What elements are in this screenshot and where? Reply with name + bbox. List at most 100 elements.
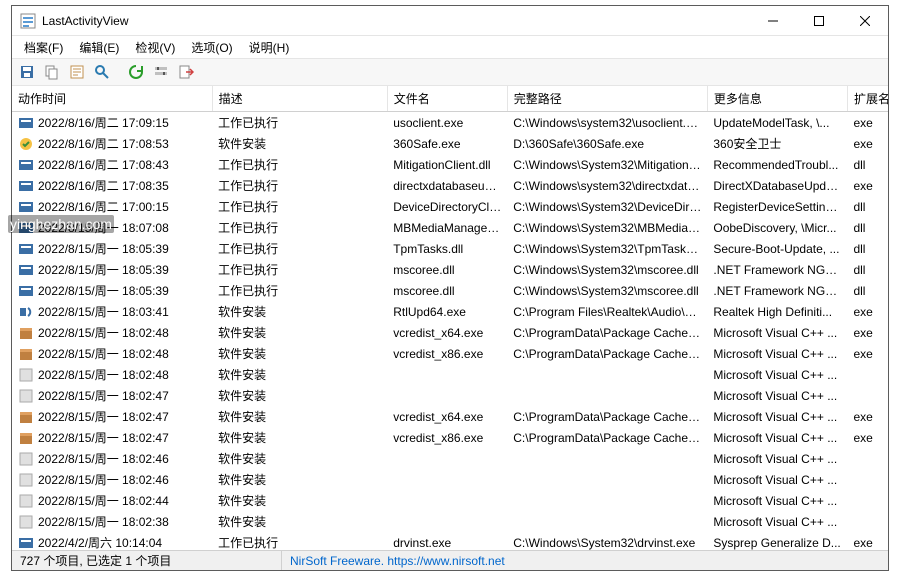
table-row[interactable]: 2022/8/15/周一 18:02:46软件安装Microsoft Visua… xyxy=(12,448,888,469)
refresh-button[interactable] xyxy=(125,61,147,83)
cell-time-text: 2022/8/15/周一 18:02:47 xyxy=(38,387,169,404)
status-freeware-link[interactable]: NirSoft Freeware. https://www.nirsoft.ne… xyxy=(282,554,513,568)
cell-description: 工作已执行 xyxy=(212,112,387,134)
col-filename[interactable]: 文件名 xyxy=(387,86,507,112)
menu-edit[interactable]: 编辑(E) xyxy=(71,37,127,58)
cell-full-path xyxy=(507,469,707,490)
cell-extension: exe xyxy=(847,406,888,427)
copy-button[interactable] xyxy=(41,61,63,83)
cell-action-time: 2022/8/16/周二 17:08:43 xyxy=(12,154,212,175)
cell-more-info: Microsoft Visual C++ ... xyxy=(707,343,847,364)
table-row[interactable]: 2022/8/15/周一 18:02:48软件安装vcredist_x86.ex… xyxy=(12,343,888,364)
cell-description: 软件安装 xyxy=(212,385,387,406)
cell-filename: vcredist_x86.exe xyxy=(387,343,507,364)
row-icon xyxy=(18,535,34,551)
menu-file[interactable]: 档案(F) xyxy=(16,37,71,58)
listview[interactable]: 动作时间 描述 文件名 完整路径 更多信息 扩展名 2022/8/16/周二 1… xyxy=(12,86,888,550)
cell-time-text: 2022/8/15/周一 18:05:39 xyxy=(38,261,169,278)
cell-extension: exe xyxy=(847,175,888,196)
table-row[interactable]: 2022/8/15/周一 18:02:44软件安装Microsoft Visua… xyxy=(12,490,888,511)
menu-view[interactable]: 检视(V) xyxy=(127,37,183,58)
cell-filename xyxy=(387,448,507,469)
table-row[interactable]: 2022/8/15/周一 18:02:46软件安装Microsoft Visua… xyxy=(12,469,888,490)
col-action-time[interactable]: 动作时间 xyxy=(12,86,212,112)
save-icon xyxy=(19,64,35,80)
exit-button[interactable] xyxy=(175,61,197,83)
properties-button[interactable] xyxy=(66,61,88,83)
cell-extension: dll xyxy=(847,238,888,259)
table-row[interactable]: 2022/8/15/周一 18:02:48软件安装vcredist_x64.ex… xyxy=(12,322,888,343)
table-row[interactable]: 2022/4/2/周六 10:14:04工作已执行drvinst.exeC:\W… xyxy=(12,532,888,550)
cell-extension xyxy=(847,511,888,532)
cell-filename: drvinst.exe xyxy=(387,532,507,550)
col-extension[interactable]: 扩展名 xyxy=(847,86,888,112)
cell-filename xyxy=(387,385,507,406)
find-button[interactable] xyxy=(91,61,113,83)
table-row[interactable]: 2022/8/15/周一 18:07:08工作已执行MBMediaManager… xyxy=(12,217,888,238)
cell-full-path xyxy=(507,364,707,385)
cell-filename: directxdatabaseupdat... xyxy=(387,175,507,196)
cell-full-path: C:\Windows\System32\mscoree.dll xyxy=(507,259,707,280)
table-row[interactable]: 2022/8/16/周二 17:00:15工作已执行DeviceDirector… xyxy=(12,196,888,217)
cell-action-time: 2022/8/15/周一 18:02:47 xyxy=(12,406,212,427)
table-row[interactable]: 2022/8/15/周一 18:03:41软件安装RtlUpd64.exeC:\… xyxy=(12,301,888,322)
cell-extension: exe xyxy=(847,532,888,550)
row-icon xyxy=(18,388,34,404)
cell-extension: dll xyxy=(847,196,888,217)
cell-filename: vcredist_x86.exe xyxy=(387,427,507,448)
cell-more-info: RecommendedTroubl... xyxy=(707,154,847,175)
cell-extension xyxy=(847,364,888,385)
minimize-button[interactable] xyxy=(750,6,796,36)
cell-action-time: 2022/8/16/周二 17:09:15 xyxy=(12,112,212,134)
table-row[interactable]: 2022/8/16/周二 17:08:43工作已执行MitigationClie… xyxy=(12,154,888,175)
row-icon xyxy=(18,304,34,320)
cell-more-info: Realtek High Definiti... xyxy=(707,301,847,322)
cell-more-info: Microsoft Visual C++ ... xyxy=(707,427,847,448)
cell-full-path: C:\ProgramData\Package Cache\{21f70... xyxy=(507,343,707,364)
table-row[interactable]: 2022/8/15/周一 18:05:39工作已执行TpmTasks.dllC:… xyxy=(12,238,888,259)
table-row[interactable]: 2022/8/15/周一 18:02:38软件安装Microsoft Visua… xyxy=(12,511,888,532)
col-description[interactable]: 描述 xyxy=(212,86,387,112)
table-row[interactable]: 2022/8/16/周二 17:08:53软件安装360Safe.exeD:\3… xyxy=(12,133,888,154)
cell-more-info: Microsoft Visual C++ ... xyxy=(707,490,847,511)
table-row[interactable]: 2022/8/15/周一 18:05:39工作已执行mscoree.dllC:\… xyxy=(12,259,888,280)
table-row[interactable]: 2022/8/16/周二 17:09:15工作已执行usoclient.exeC… xyxy=(12,112,888,134)
table-row[interactable]: 2022/8/15/周一 18:02:48软件安装Microsoft Visua… xyxy=(12,364,888,385)
cell-more-info: Microsoft Visual C++ ... xyxy=(707,364,847,385)
cell-full-path: C:\ProgramData\Package Cache\{a55a... xyxy=(507,427,707,448)
cell-extension: dll xyxy=(847,217,888,238)
cell-full-path: C:\Program Files\Realtek\Audio\HDA\R... xyxy=(507,301,707,322)
save-button[interactable] xyxy=(16,61,38,83)
table-row[interactable]: 2022/8/16/周二 17:08:35工作已执行directxdatabas… xyxy=(12,175,888,196)
cell-full-path: C:\Windows\System32\MitigationClient... xyxy=(507,154,707,175)
cell-extension: dll xyxy=(847,259,888,280)
app-window: LastActivityView 档案(F) 编辑(E) 检视(V) 选项(O)… xyxy=(11,5,889,571)
cell-description: 软件安装 xyxy=(212,406,387,427)
col-full-path[interactable]: 完整路径 xyxy=(507,86,707,112)
menu-help[interactable]: 说明(H) xyxy=(241,37,298,58)
close-button[interactable] xyxy=(842,6,888,36)
cell-time-text: 2022/4/2/周六 10:14:04 xyxy=(38,534,162,550)
cell-full-path xyxy=(507,511,707,532)
cell-more-info: Sysprep Generalize D... xyxy=(707,532,847,550)
cell-full-path xyxy=(507,448,707,469)
table-row[interactable]: 2022/8/15/周一 18:02:47软件安装vcredist_x86.ex… xyxy=(12,427,888,448)
col-more-info[interactable]: 更多信息 xyxy=(707,86,847,112)
row-icon xyxy=(18,220,34,236)
maximize-button[interactable] xyxy=(796,6,842,36)
cell-more-info: .NET Framework NGE... xyxy=(707,280,847,301)
options-button[interactable] xyxy=(150,61,172,83)
cell-filename: DeviceDirectoryClient... xyxy=(387,196,507,217)
cell-more-info: Secure-Boot-Update, ... xyxy=(707,238,847,259)
cell-extension: exe xyxy=(847,322,888,343)
cell-time-text: 2022/8/15/周一 18:05:39 xyxy=(38,240,169,257)
minimize-icon xyxy=(768,16,778,26)
cell-filename: vcredist_x64.exe xyxy=(387,322,507,343)
row-icon xyxy=(18,451,34,467)
table-row[interactable]: 2022/8/15/周一 18:02:47软件安装Microsoft Visua… xyxy=(12,385,888,406)
row-icon xyxy=(18,493,34,509)
table-row[interactable]: 2022/8/15/周一 18:05:39工作已执行mscoree.dllC:\… xyxy=(12,280,888,301)
menu-options[interactable]: 选项(O) xyxy=(183,37,240,58)
table-row[interactable]: 2022/8/15/周一 18:02:47软件安装vcredist_x64.ex… xyxy=(12,406,888,427)
cell-time-text: 2022/8/15/周一 18:02:47 xyxy=(38,408,169,425)
